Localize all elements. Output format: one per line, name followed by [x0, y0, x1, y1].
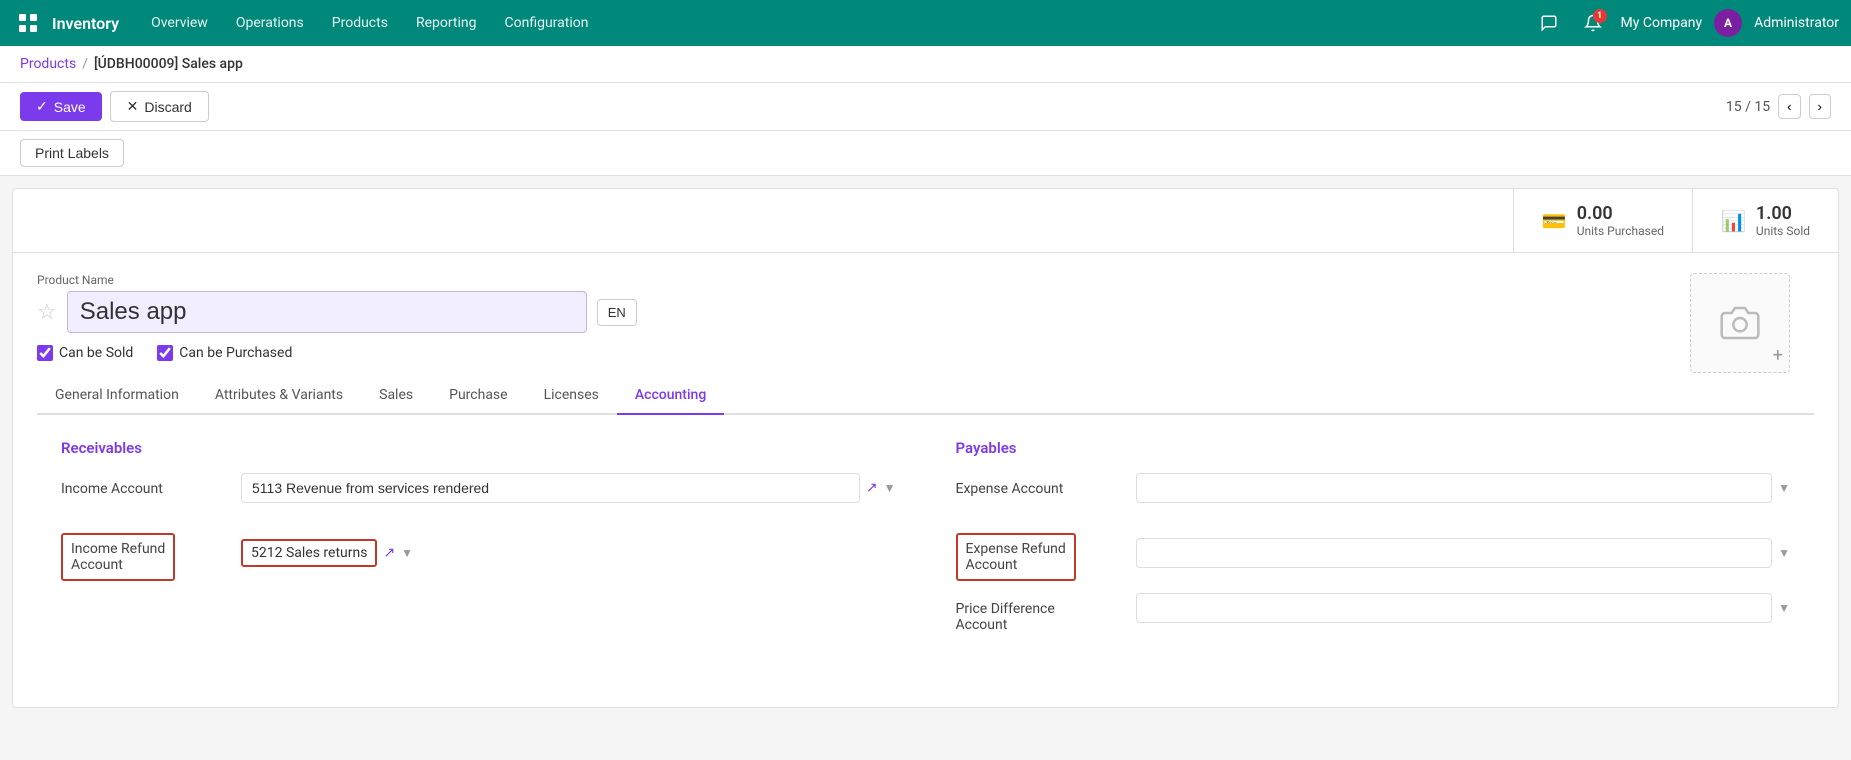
- expense-refund-dropdown-arrow[interactable]: ▼: [1778, 546, 1790, 560]
- tab-purchase[interactable]: Purchase: [431, 377, 525, 415]
- income-refund-account-row: Income RefundAccount 5212 Sales returns …: [61, 525, 896, 581]
- nav-operations[interactable]: Operations: [224, 9, 316, 37]
- purchased-value: 0.00: [1577, 203, 1664, 224]
- expense-account-row: Expense Account ▼: [956, 473, 1791, 513]
- sold-label: Units Sold: [1756, 224, 1810, 238]
- expense-account-dropdown-arrow[interactable]: ▼: [1778, 481, 1790, 495]
- nav-reporting[interactable]: Reporting: [404, 9, 489, 37]
- notification-icon[interactable]: 1: [1577, 7, 1609, 39]
- income-account-label: Income Account: [61, 473, 241, 497]
- discard-x-icon: ✕: [127, 98, 139, 115]
- checkboxes-row: Can be Sold Can be Purchased: [37, 345, 1684, 361]
- price-difference-dropdown-arrow[interactable]: ▼: [1778, 601, 1790, 615]
- income-refund-dropdown-arrow[interactable]: ▼: [401, 546, 413, 560]
- product-form: Product Name ☆ EN Can be Sold Can be Pur…: [13, 253, 1838, 689]
- stats-bar: 💳 0.00 Units Purchased 📊 1.00 Units Sold: [13, 189, 1838, 253]
- product-name-row: ☆ EN: [37, 291, 1684, 333]
- income-account-row: Income Account ↗ ▼: [61, 473, 896, 513]
- accounting-columns: Receivables Income Account ↗ ▼ Inco: [61, 439, 1790, 645]
- accounting-tab-content: Receivables Income Account ↗ ▼ Inco: [37, 415, 1814, 669]
- pagination-text: 15 / 15: [1726, 99, 1770, 115]
- nav-brand[interactable]: Inventory: [52, 14, 119, 33]
- income-account-input[interactable]: [241, 473, 860, 503]
- tab-licenses[interactable]: Licenses: [526, 377, 617, 415]
- secondary-action-bar: Print Labels: [0, 131, 1851, 176]
- income-refund-account-value: 5212 Sales returns: [241, 539, 377, 567]
- breadcrumb-separator: /: [82, 56, 88, 72]
- product-image-placeholder[interactable]: +: [1690, 273, 1790, 373]
- nav-right: 1 My Company A Administrator: [1533, 7, 1839, 39]
- action-bar: ✓ Save ✕ Discard 15 / 15 ‹ ›: [0, 83, 1851, 131]
- avatar[interactable]: A: [1714, 9, 1742, 37]
- apps-icon[interactable]: [12, 7, 44, 39]
- stat-sold[interactable]: 📊 1.00 Units Sold: [1692, 189, 1838, 252]
- can-be-purchased-checkbox[interactable]: Can be Purchased: [157, 345, 292, 361]
- tabs-bar: General Information Attributes & Variant…: [37, 377, 1814, 415]
- income-refund-account-label: Income RefundAccount: [61, 533, 175, 581]
- product-name-label: Product Name: [37, 273, 1684, 287]
- purchased-label: Units Purchased: [1577, 224, 1664, 238]
- price-difference-account-row: Price DifferenceAccount ▼: [956, 593, 1791, 633]
- notification-badge: 1: [1593, 9, 1607, 23]
- top-navigation: Inventory Overview Operations Products R…: [0, 0, 1851, 46]
- receivables-title: Receivables: [61, 439, 896, 457]
- income-account-dropdown-arrow[interactable]: ▼: [884, 481, 896, 495]
- tab-sales[interactable]: Sales: [361, 377, 431, 415]
- pagination-next[interactable]: ›: [1809, 94, 1831, 119]
- nav-products[interactable]: Products: [320, 9, 400, 37]
- income-account-external-link-icon[interactable]: ↗: [866, 480, 878, 496]
- stat-purchased[interactable]: 💳 0.00 Units Purchased: [1513, 189, 1692, 252]
- nav-configuration[interactable]: Configuration: [493, 9, 601, 37]
- expense-account-input[interactable]: [1136, 473, 1773, 503]
- print-labels-button[interactable]: Print Labels: [20, 139, 124, 167]
- save-button[interactable]: ✓ Save: [20, 92, 102, 121]
- expense-refund-account-label: Expense RefundAccount: [956, 533, 1076, 581]
- company-name[interactable]: My Company: [1621, 15, 1703, 31]
- breadcrumb: Products / [ÚDBH00009] Sales app: [0, 46, 1851, 83]
- pagination-prev[interactable]: ‹: [1778, 94, 1800, 119]
- save-check-icon: ✓: [36, 98, 48, 115]
- price-difference-account-label: Price DifferenceAccount: [956, 593, 1136, 633]
- can-be-sold-checkbox[interactable]: Can be Sold: [37, 345, 133, 361]
- username[interactable]: Administrator: [1754, 15, 1839, 31]
- product-name-input[interactable]: [67, 291, 587, 333]
- expense-refund-account-row: Expense RefundAccount ▼: [956, 525, 1791, 581]
- main-content: 💳 0.00 Units Purchased 📊 1.00 Units Sold…: [12, 188, 1839, 708]
- favorite-star-icon[interactable]: ☆: [37, 300, 57, 325]
- tab-accounting[interactable]: Accounting: [617, 377, 724, 415]
- language-button[interactable]: EN: [597, 299, 637, 326]
- breadcrumb-current: [ÚDBH00009] Sales app: [94, 56, 243, 72]
- nav-overview[interactable]: Overview: [139, 9, 220, 37]
- expense-account-label: Expense Account: [956, 473, 1136, 497]
- sold-icon: 📊: [1721, 209, 1746, 233]
- breadcrumb-parent[interactable]: Products: [20, 56, 76, 72]
- payables-title: Payables: [956, 439, 1791, 457]
- receivables-section: Receivables Income Account ↗ ▼ Inco: [61, 439, 896, 645]
- income-refund-external-link-icon[interactable]: ↗: [383, 545, 395, 561]
- expense-refund-account-input[interactable]: [1136, 538, 1773, 568]
- pagination-area: 15 / 15 ‹ ›: [1726, 94, 1831, 119]
- sold-value: 1.00: [1756, 203, 1810, 224]
- purchased-icon: 💳: [1542, 209, 1567, 233]
- chat-icon[interactable]: [1533, 7, 1565, 39]
- price-difference-account-input[interactable]: [1136, 593, 1773, 623]
- tab-attributes-variants[interactable]: Attributes & Variants: [197, 377, 361, 415]
- tab-general-information[interactable]: General Information: [37, 377, 197, 415]
- nav-menu: Overview Operations Products Reporting C…: [139, 9, 1532, 37]
- discard-button[interactable]: ✕ Discard: [110, 91, 209, 122]
- payables-section: Payables Expense Account ▼ Expense Refun…: [956, 439, 1791, 645]
